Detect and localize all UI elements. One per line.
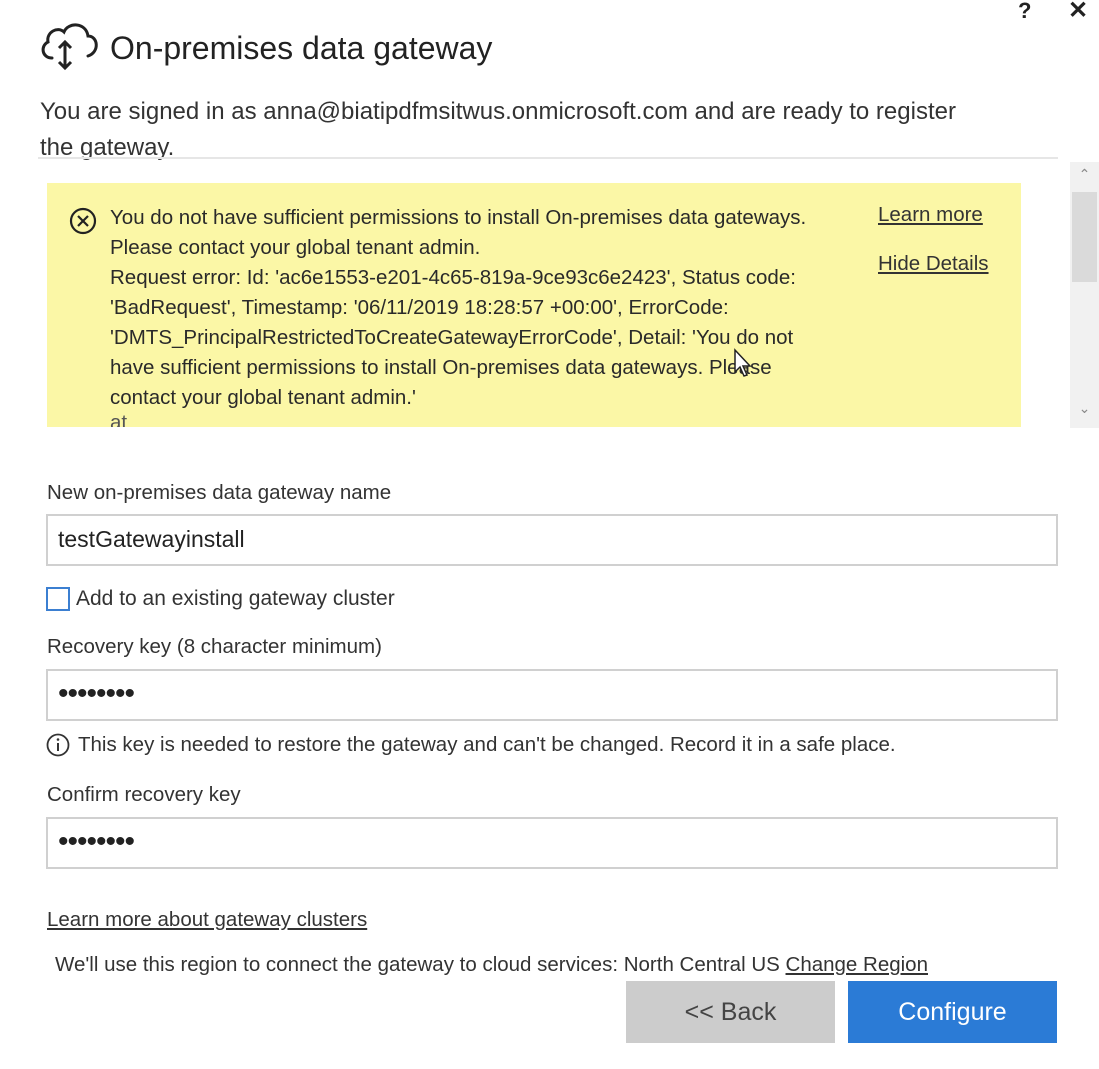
configure-button[interactable]: Configure xyxy=(848,981,1057,1043)
change-region-link[interactable]: Change Region xyxy=(786,953,928,976)
add-cluster-label[interactable]: Add to an existing gateway cluster xyxy=(76,587,395,611)
error-scrollbar[interactable]: ⌃ ⌄ xyxy=(1070,162,1099,428)
error-line: Request error: Id: 'ac6e1553-e201-4c65-8… xyxy=(110,266,796,289)
divider xyxy=(38,157,1058,159)
scroll-down-icon[interactable]: ⌄ xyxy=(1070,400,1099,417)
learn-clusters-link[interactable]: Learn more about gateway clusters xyxy=(47,908,367,932)
error-line: 'BadRequest', Timestamp: '06/11/2019 18:… xyxy=(110,296,729,319)
gateway-name-label: New on-premises data gateway name xyxy=(47,481,392,504)
error-line: contact your global tenant admin.' xyxy=(110,386,416,409)
cloud-upload-download-icon xyxy=(38,18,100,72)
recovery-key-value: •••••••• xyxy=(58,677,135,710)
confirm-key-label: Confirm recovery key xyxy=(47,783,241,806)
mouse-cursor-icon xyxy=(733,348,755,378)
help-button[interactable]: ? xyxy=(1018,0,1031,24)
scrollbar-thumb[interactable] xyxy=(1072,192,1097,282)
error-circle-x-icon xyxy=(69,207,97,235)
scroll-up-icon[interactable]: ⌃ xyxy=(1070,166,1099,183)
recovery-key-input[interactable]: •••••••• xyxy=(46,669,1058,721)
hide-details-link[interactable]: Hide Details xyxy=(878,252,989,276)
error-panel: You do not have sufficient permissions t… xyxy=(47,183,1021,427)
gateway-name-input[interactable]: testGatewayinstall xyxy=(46,514,1058,566)
back-button[interactable]: << Back xyxy=(626,981,835,1043)
recovery-key-info: This key is needed to restore the gatewa… xyxy=(78,733,896,756)
gateway-name-value: testGatewayinstall xyxy=(58,526,245,552)
add-cluster-checkbox[interactable] xyxy=(46,587,70,611)
error-line: 'DMTS_PrincipalRestrictedToCreateGateway… xyxy=(110,326,794,349)
error-cutoff-line: at xyxy=(110,411,128,427)
error-line: Please contact your global tenant admin. xyxy=(110,236,481,259)
page-title: On-premises data gateway xyxy=(110,30,493,66)
error-line: You do not have sufficient permissions t… xyxy=(110,206,807,229)
signin-message: You are signed in as anna@biatipdfmsitwu… xyxy=(40,98,956,161)
confirm-key-value: •••••••• xyxy=(58,825,135,858)
learn-more-link[interactable]: Learn more xyxy=(878,203,983,227)
error-message: You do not have sufficient permissions t… xyxy=(110,203,880,413)
error-line: have sufficient permissions to install O… xyxy=(110,356,772,379)
confirm-key-input[interactable]: •••••••• xyxy=(46,817,1058,869)
region-text: We'll use this region to connect the gat… xyxy=(55,953,780,976)
recovery-key-label: Recovery key (8 character minimum) xyxy=(47,635,382,658)
info-icon xyxy=(46,733,70,757)
region-info: We'll use this region to connect the gat… xyxy=(55,953,928,977)
close-button[interactable]: ✕ xyxy=(1068,0,1088,25)
